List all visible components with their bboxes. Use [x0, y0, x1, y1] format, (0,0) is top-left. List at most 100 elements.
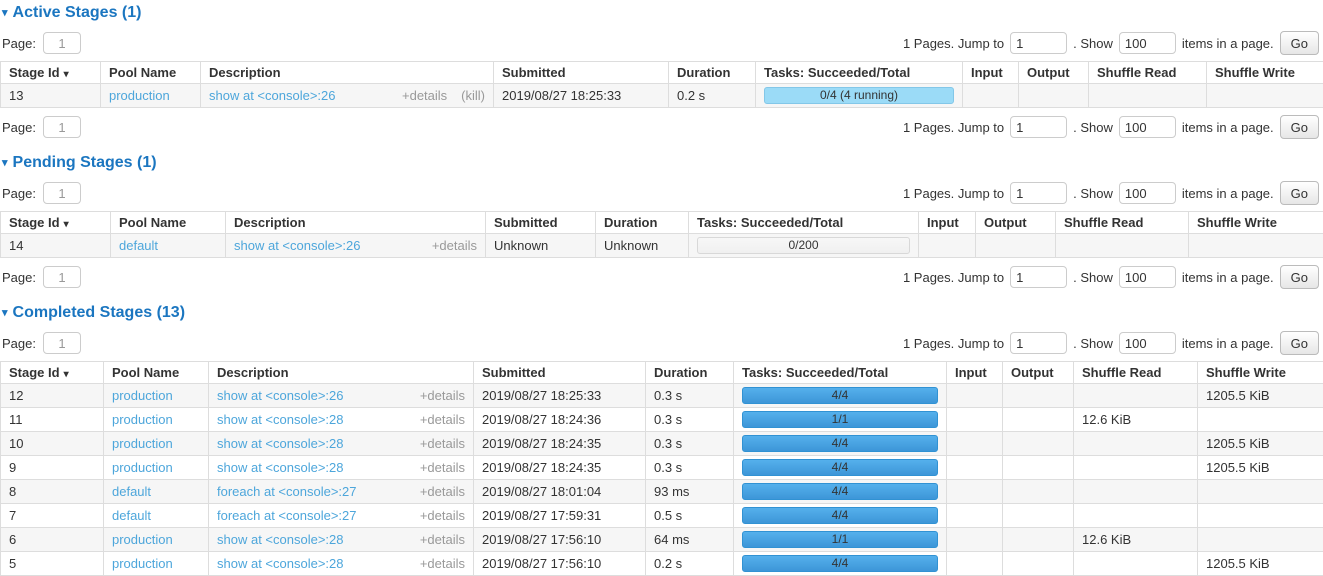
column-header-stage-id[interactable]: Stage Id▾ — [1, 62, 101, 84]
column-header-duration[interactable]: Duration — [669, 62, 756, 84]
column-header-input[interactable]: Input — [919, 212, 976, 234]
description-cell: show at <console>:26 +details — [209, 384, 474, 408]
task-progress-bar: 4/4 — [742, 435, 938, 452]
task-progress-bar: 4/4 — [742, 387, 938, 404]
completed-stages-title[interactable]: ▾ Completed Stages (13) — [2, 304, 1323, 322]
pool-name-link[interactable]: production — [112, 532, 173, 547]
details-toggle[interactable]: +details — [420, 556, 465, 571]
details-toggle[interactable]: +details — [420, 532, 465, 547]
stage-description-link[interactable]: show at <console>:26 — [209, 88, 335, 103]
column-header-input[interactable]: Input — [947, 362, 1003, 384]
show-count-input[interactable] — [1119, 32, 1176, 54]
column-header-shuffle-write[interactable]: Shuffle Write — [1207, 62, 1323, 84]
column-header-description[interactable]: Description — [226, 212, 486, 234]
column-header-description[interactable]: Description — [201, 62, 494, 84]
stage-description-link[interactable]: foreach at <console>:27 — [217, 508, 357, 523]
column-header-stage-id[interactable]: Stage Id▾ — [1, 362, 104, 384]
jump-to-input[interactable] — [1010, 332, 1067, 354]
stage-description-link[interactable]: foreach at <console>:27 — [217, 484, 357, 499]
details-toggle[interactable]: +details — [420, 388, 465, 403]
items-text: items in a page. — [1182, 36, 1274, 51]
details-toggle[interactable]: +details — [420, 412, 465, 427]
column-header-shuffle-read[interactable]: Shuffle Read — [1089, 62, 1207, 84]
go-button[interactable]: Go — [1280, 181, 1319, 205]
jump-to-input[interactable] — [1010, 116, 1067, 138]
column-header-output[interactable]: Output — [976, 212, 1056, 234]
column-header-submitted[interactable]: Submitted — [494, 62, 669, 84]
column-header-shuffle-read[interactable]: Shuffle Read — [1074, 362, 1198, 384]
show-count-input[interactable] — [1119, 182, 1176, 204]
description-inner: foreach at <console>:27 +details — [217, 484, 465, 499]
pool-name-link[interactable]: production — [109, 88, 170, 103]
column-header-pool-name[interactable]: Pool Name — [104, 362, 209, 384]
duration-cell: 0.3 s — [646, 408, 734, 432]
column-header-tasks-succeeded-total[interactable]: Tasks: Succeeded/Total — [756, 62, 963, 84]
column-header-description[interactable]: Description — [209, 362, 474, 384]
jump-to-input[interactable] — [1010, 32, 1067, 54]
pool-name-link[interactable]: default — [112, 508, 151, 523]
pending-stages-title[interactable]: ▾ Pending Stages (1) — [2, 154, 1323, 172]
details-toggle[interactable]: +details — [432, 238, 477, 253]
show-count-input[interactable] — [1119, 116, 1176, 138]
page-number-input[interactable] — [43, 266, 81, 288]
show-count-input[interactable] — [1119, 266, 1176, 288]
column-header-tasks-succeeded-total[interactable]: Tasks: Succeeded/Total — [734, 362, 947, 384]
go-button[interactable]: Go — [1280, 331, 1319, 355]
column-header-shuffle-read[interactable]: Shuffle Read — [1056, 212, 1189, 234]
details-toggle[interactable]: +details — [420, 508, 465, 523]
column-header-submitted[interactable]: Submitted — [474, 362, 646, 384]
column-header-duration[interactable]: Duration — [646, 362, 734, 384]
shuffle-read-cell — [1074, 384, 1198, 408]
kill-link[interactable]: (kill) — [461, 88, 485, 103]
active-stages-title[interactable]: ▾ Active Stages (1) — [2, 4, 1323, 22]
column-header-shuffle-write[interactable]: Shuffle Write — [1189, 212, 1323, 234]
page-number-input[interactable] — [43, 116, 81, 138]
task-progress-bar: 4/4 — [742, 555, 938, 572]
go-button[interactable]: Go — [1280, 31, 1319, 55]
active-stages-section: ▾ Active Stages (1) Page: 1 Pages. Jump … — [0, 4, 1323, 140]
show-count-input[interactable] — [1119, 332, 1176, 354]
stage-description-link[interactable]: show at <console>:28 — [217, 460, 343, 475]
column-header-pool-name[interactable]: Pool Name — [101, 62, 201, 84]
show-text: . Show — [1073, 186, 1113, 201]
column-header-input[interactable]: Input — [963, 62, 1019, 84]
stage-description-link[interactable]: show at <console>:28 — [217, 436, 343, 451]
jump-to-input[interactable] — [1010, 182, 1067, 204]
stage-description-link[interactable]: show at <console>:26 — [234, 238, 360, 253]
column-header-output[interactable]: Output — [1003, 362, 1074, 384]
pool-name-link[interactable]: default — [119, 238, 158, 253]
stage-description-link[interactable]: show at <console>:28 — [217, 412, 343, 427]
table-row: 12productionshow at <console>:26+details… — [1, 384, 1323, 408]
jump-to-input[interactable] — [1010, 266, 1067, 288]
tasks-cell: 1/1 — [734, 528, 947, 552]
column-header-shuffle-write[interactable]: Shuffle Write — [1198, 362, 1323, 384]
pool-name-link[interactable]: production — [112, 412, 173, 427]
details-toggle[interactable]: +details — [420, 436, 465, 451]
page-number-input[interactable] — [43, 32, 81, 54]
page-number-input[interactable] — [43, 332, 81, 354]
column-header-output[interactable]: Output — [1019, 62, 1089, 84]
stage-description-link[interactable]: show at <console>:28 — [217, 556, 343, 571]
column-header-submitted[interactable]: Submitted — [486, 212, 596, 234]
column-header-duration[interactable]: Duration — [596, 212, 689, 234]
go-button[interactable]: Go — [1280, 265, 1319, 289]
page-number-input[interactable] — [43, 182, 81, 204]
details-toggle[interactable]: +details — [420, 484, 465, 499]
pool-name-link[interactable]: production — [112, 556, 173, 571]
description-cell: show at <console>:26 +details (kill) — [201, 84, 494, 108]
pool-name-link[interactable]: default — [112, 484, 151, 499]
pool-name-link[interactable]: production — [112, 436, 173, 451]
column-header-stage-id[interactable]: Stage Id▾ — [1, 212, 111, 234]
pool-name-link[interactable]: production — [112, 460, 173, 475]
details-toggle[interactable]: +details — [402, 88, 447, 103]
stage-description-link[interactable]: show at <console>:26 — [217, 388, 343, 403]
duration-cell: 0.2 s — [669, 84, 756, 108]
details-toggle[interactable]: +details — [420, 460, 465, 475]
stage-description-link[interactable]: show at <console>:28 — [217, 532, 343, 547]
completed-stages-table: Stage Id▾Pool NameDescriptionSubmittedDu… — [0, 361, 1323, 576]
column-header-pool-name[interactable]: Pool Name — [111, 212, 226, 234]
go-button[interactable]: Go — [1280, 115, 1319, 139]
shuffle-write-cell — [1198, 408, 1323, 432]
column-header-tasks-succeeded-total[interactable]: Tasks: Succeeded/Total — [689, 212, 919, 234]
pool-name-link[interactable]: production — [112, 388, 173, 403]
